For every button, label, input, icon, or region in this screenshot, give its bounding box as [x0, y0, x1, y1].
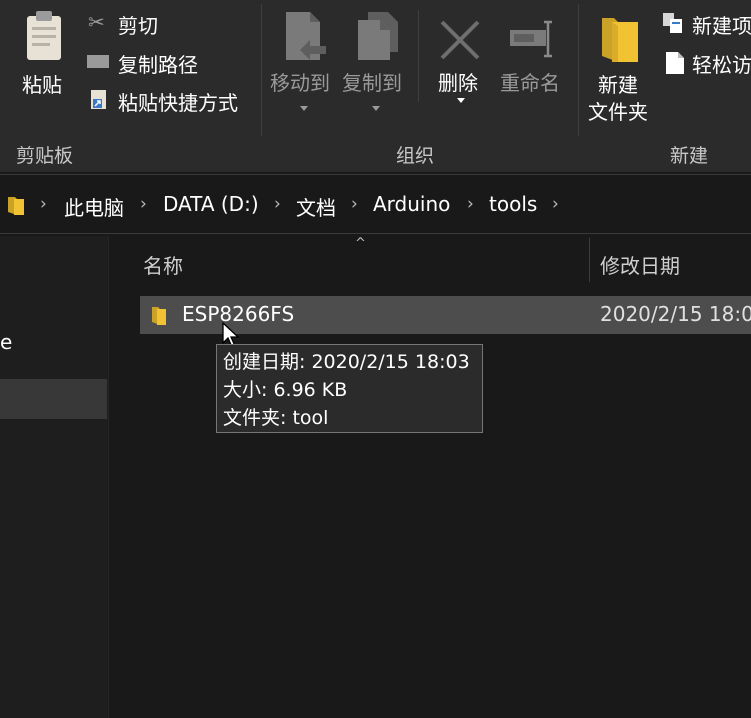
copy-to-dropdown-icon: [372, 106, 380, 111]
new-folder-icon: [602, 18, 638, 62]
shortcut-icon: [91, 90, 106, 109]
cut-label: 剪切: [118, 14, 158, 38]
breadcrumb-data-drive[interactable]: DATA (D:): [163, 192, 259, 216]
nav-item-selected[interactable]: [0, 379, 107, 419]
group-separator: [578, 4, 579, 136]
folder-icon: [152, 307, 166, 325]
easy-access-icon: [666, 52, 684, 74]
breadcrumb-this-pc[interactable]: 此电脑: [64, 192, 124, 221]
chevron-right-icon[interactable]: ›: [274, 194, 281, 214]
chevron-right-icon[interactable]: ›: [351, 194, 358, 214]
move-to-icon: [286, 12, 326, 60]
new-item-button[interactable]: 新建项: [662, 10, 751, 38]
breadcrumb-arduino[interactable]: Arduino: [373, 192, 450, 216]
new-group-label: 新建: [670, 145, 709, 167]
sort-ascending-icon: ^: [355, 236, 366, 251]
delete-label: 删除: [438, 71, 478, 95]
separator-line: [418, 10, 419, 102]
copy-path-label: 复制路径: [118, 53, 198, 77]
rename-button[interactable]: 重命名: [498, 8, 568, 108]
breadcrumb-documents[interactable]: 文档: [296, 192, 336, 221]
copy-to-icon: [358, 12, 398, 60]
group-separator: [261, 4, 262, 136]
chevron-right-icon[interactable]: ›: [140, 194, 147, 214]
paste-shortcut-label: 粘贴快捷方式: [118, 91, 238, 115]
tooltip-created-date: 创建日期: 2020/2/15 18:03: [223, 351, 470, 373]
move-to-button[interactable]: 移动到: [266, 8, 338, 111]
tooltip-type: 文件夹: tool: [223, 407, 329, 429]
delete-dropdown-icon: [457, 98, 465, 103]
chevron-right-icon[interactable]: ›: [552, 194, 559, 214]
tooltip-size: 大小: 6.96 KB: [223, 379, 348, 401]
file-info-tooltip: 创建日期: 2020/2/15 18:03 大小: 6.96 KB 文件夹: t…: [216, 344, 483, 433]
organize-group-label: 组织: [396, 145, 435, 167]
folder-icon: [8, 197, 24, 215]
new-folder-button[interactable]: 新建 文件夹: [584, 8, 656, 128]
chevron-right-icon[interactable]: ›: [467, 194, 474, 214]
file-list[interactable]: ^ 名称 修改日期 ESP8266FS 2020/2/15 18:03: [109, 236, 751, 718]
paste-button[interactable]: 粘贴: [10, 8, 76, 100]
new-folder-label-line1: 新建: [598, 73, 638, 97]
copy-path-icon: [87, 55, 109, 68]
rename-icon: [510, 20, 552, 58]
nav-item-partial[interactable]: e: [0, 330, 12, 354]
scissors-icon: ✂: [88, 10, 105, 34]
file-date-modified: 2020/2/15 18:03: [600, 302, 751, 326]
chevron-right-icon[interactable]: ›: [40, 194, 47, 214]
copy-path-button[interactable]: 复制路径: [86, 49, 216, 77]
navigation-pane[interactable]: e: [0, 236, 109, 718]
new-folder-label-line2: 文件夹: [588, 100, 648, 124]
clipboard-icon: [27, 11, 61, 60]
ribbon: 粘贴 ✂ 剪切 复制路径 粘贴快捷方式 剪贴板 移动到 复制到 删除 重命名 组…: [0, 0, 751, 172]
column-header-name[interactable]: 名称: [143, 250, 183, 279]
easy-access-label: 轻松访: [692, 53, 751, 77]
new-item-icon: [663, 13, 682, 33]
new-item-label: 新建项: [692, 14, 751, 38]
column-separator[interactable]: [589, 238, 590, 282]
paste-label: 粘贴: [22, 73, 62, 97]
address-bar[interactable]: › 此电脑 › DATA (D:) › 文档 › Arduino › tools…: [0, 174, 751, 234]
move-to-dropdown-icon: [300, 106, 308, 111]
cut-button[interactable]: ✂ 剪切: [86, 10, 176, 38]
paste-shortcut-button[interactable]: 粘贴快捷方式: [86, 87, 251, 115]
delete-button[interactable]: 删除: [432, 8, 488, 108]
clipboard-group-label: 剪贴板: [16, 145, 74, 167]
copy-to-label: 复制到: [342, 71, 402, 95]
column-header-date-modified[interactable]: 修改日期: [600, 250, 680, 279]
move-to-label: 移动到: [270, 71, 330, 95]
breadcrumb-tools[interactable]: tools: [489, 192, 537, 216]
copy-to-button[interactable]: 复制到: [340, 8, 412, 111]
delete-x-icon: [440, 20, 480, 60]
easy-access-button[interactable]: 轻松访: [662, 49, 751, 77]
rename-label: 重命名: [500, 71, 560, 95]
